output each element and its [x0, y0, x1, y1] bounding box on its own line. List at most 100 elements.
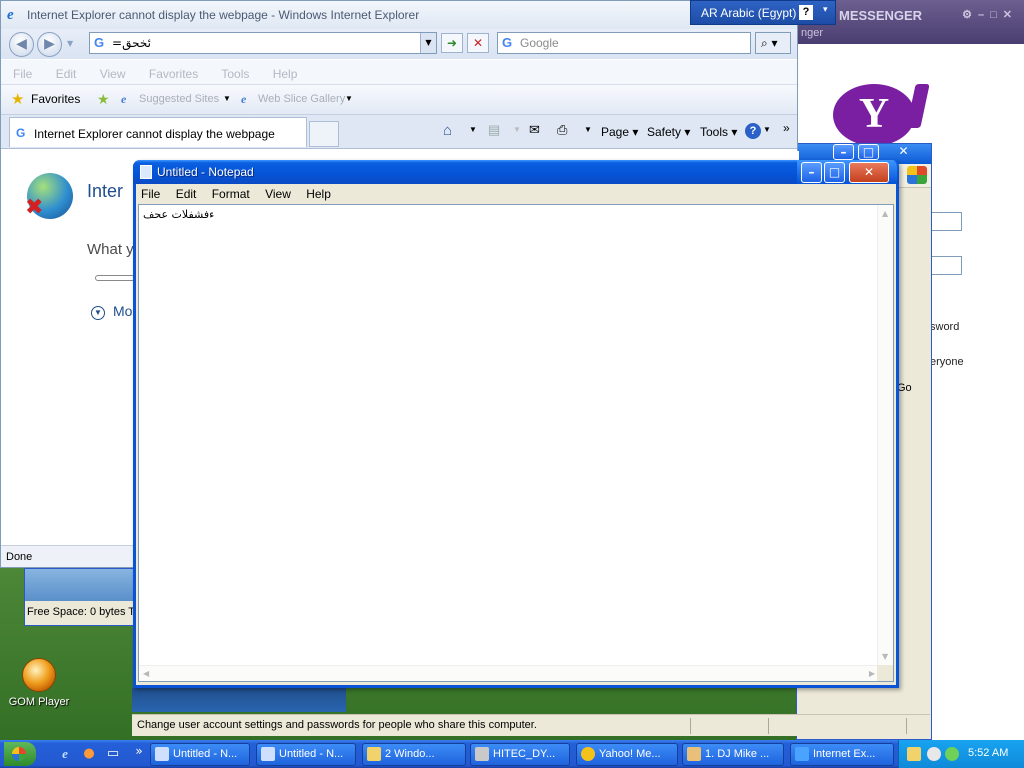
read-mail-icon[interactable]: ✉	[529, 122, 540, 138]
quicklaunch-ie-icon[interactable]: e	[56, 745, 74, 763]
page-menu[interactable]: Page ▾	[601, 125, 638, 139]
tray-network-icon[interactable]	[945, 747, 959, 761]
notepad-menu-edit[interactable]: Edit	[176, 187, 197, 201]
tools-menu[interactable]: Tools ▾	[700, 125, 737, 139]
control-panel-maximize-button[interactable]: □	[858, 144, 879, 160]
notepad-menu-file[interactable]: File	[141, 187, 160, 201]
menu-favorites[interactable]: Favorites	[149, 67, 198, 81]
web-slice-gallery-link[interactable]: Web Slice Gallery	[258, 93, 345, 105]
diagnose-button[interactable]	[95, 275, 135, 281]
resize-grip[interactable]	[877, 665, 893, 681]
gom-player-desktop-icon[interactable]: GOM Player	[6, 658, 72, 708]
suggested-sites-link[interactable]: Suggested Sites	[139, 93, 219, 105]
menu-edit[interactable]: Edit	[56, 67, 77, 81]
notepad-minimize-button[interactable]: –	[801, 162, 822, 183]
favorites-star-icon[interactable]: ★	[11, 90, 24, 108]
start-button[interactable]	[4, 742, 36, 766]
menu-file[interactable]: File	[13, 67, 32, 81]
recent-pages-dropdown-icon[interactable]: ▼	[67, 39, 73, 48]
new-tab-button[interactable]	[309, 121, 339, 147]
hitec-taskbar-icon	[475, 747, 489, 761]
back-button[interactable]: ◀	[9, 32, 34, 57]
menu-view[interactable]: View	[100, 67, 126, 81]
web-slice-dropdown-icon[interactable]: ▼	[345, 94, 353, 103]
messenger-password-text[interactable]: sword	[930, 321, 959, 333]
scroll-right-icon[interactable]: ▶	[869, 669, 875, 678]
search-box[interactable]: G Google	[497, 32, 751, 54]
messenger-everyone-text[interactable]: eryone	[930, 356, 964, 368]
ie-tab-row: G Internet Explorer cannot display the w…	[1, 115, 797, 149]
control-panel-close-button[interactable]: ✕	[893, 144, 914, 160]
language-bar[interactable]: AR Arabic (Egypt) ? ▾	[690, 0, 836, 25]
menu-help[interactable]: Help	[273, 67, 298, 81]
expand-chevron-icon: ▼	[91, 306, 105, 320]
notepad-text-area[interactable]: ءفشفلات عحف ▲ ▼ ◀ ▶	[138, 204, 894, 682]
quicklaunch-overflow-icon[interactable]: »	[130, 742, 148, 760]
go-arrow-icon[interactable]: ➜	[441, 33, 463, 53]
taskbar-item-notepad-2[interactable]: Untitled - N...	[256, 743, 356, 766]
favorites-button[interactable]: Favorites	[31, 92, 80, 106]
messenger-password-field[interactable]	[930, 256, 962, 275]
language-code: AR	[701, 6, 718, 20]
home-dropdown-icon[interactable]: ▼	[469, 125, 477, 134]
control-panel-status-text: Change user account settings and passwor…	[137, 719, 537, 731]
safety-menu[interactable]: Safety ▾	[647, 125, 690, 139]
stop-icon[interactable]: ✕	[467, 33, 489, 53]
forward-button[interactable]: ▶	[37, 32, 62, 57]
go-button[interactable]: Go	[897, 382, 912, 394]
help-icon[interactable]: ?	[745, 123, 761, 139]
media-taskbar-icon	[687, 747, 701, 761]
scroll-down-icon[interactable]: ▼	[882, 652, 888, 661]
home-icon[interactable]: ⌂	[443, 122, 452, 139]
notepad-menu-help[interactable]: Help	[306, 187, 331, 201]
help-dropdown-icon[interactable]: ▼	[763, 125, 771, 134]
menu-tools[interactable]: Tools	[221, 67, 249, 81]
address-dropdown-icon[interactable]: ▼	[420, 33, 436, 53]
language-name: Arabic (Egypt)	[720, 6, 797, 20]
messenger-id-field[interactable]	[930, 212, 962, 231]
scroll-up-icon[interactable]: ▲	[882, 209, 888, 218]
desktop-blue-strip	[132, 688, 346, 712]
more-commands-icon[interactable]: »	[783, 121, 790, 135]
notepad-title-bar[interactable]: Untitled - Notepad	[133, 160, 899, 184]
feeds-dropdown-icon[interactable]: ▼	[513, 125, 521, 134]
feeds-icon[interactable]: ▤	[488, 122, 500, 138]
tray-messenger-icon[interactable]	[927, 747, 941, 761]
vertical-scrollbar[interactable]: ▲ ▼	[877, 205, 893, 665]
notepad-close-button[interactable]: ✕	[849, 162, 889, 183]
error-what-text: What y	[87, 241, 134, 258]
taskbar-item-windows-group[interactable]: 2 Windo...	[362, 743, 466, 766]
notepad-menu-view[interactable]: View	[265, 187, 291, 201]
address-bar[interactable]: G =ئخحق ▼	[89, 32, 437, 54]
language-help-icon[interactable]: ?	[799, 5, 813, 20]
add-favorites-icon[interactable]: ★	[97, 91, 110, 108]
ie-active-tab[interactable]: G Internet Explorer cannot display the w…	[9, 117, 307, 147]
print-icon[interactable]: ⎙	[557, 122, 567, 138]
taskbar-item-yahoo-messenger[interactable]: Yahoo! Me...	[576, 743, 678, 766]
quicklaunch-show-desktop-icon[interactable]: ▭	[104, 745, 122, 763]
language-options-icon[interactable]: ▾	[823, 4, 828, 15]
more-information-link[interactable]: ▼ Mo	[91, 303, 132, 320]
horizontal-scrollbar[interactable]: ◀ ▶	[139, 665, 879, 681]
ie-icon: e	[7, 7, 14, 23]
notepad-maximize-button[interactable]: □	[824, 162, 845, 183]
error-x-icon: ✖	[25, 195, 44, 220]
tray-media-icon[interactable]	[907, 747, 921, 761]
control-panel-status-bar: Change user account settings and passwor…	[132, 714, 930, 736]
messenger-subtitle: nger	[801, 27, 824, 39]
control-panel-minimize-button[interactable]: –	[833, 144, 854, 160]
search-icon[interactable]: ⌕ ▾	[755, 32, 791, 54]
suggested-sites-dropdown-icon[interactable]: ▼	[223, 94, 231, 103]
quicklaunch-firefox-icon[interactable]: ●	[80, 745, 98, 763]
print-dropdown-icon[interactable]: ▼	[584, 125, 592, 134]
messenger-title: MESSENGER	[839, 8, 923, 23]
taskbar-item-notepad-1[interactable]: Untitled - N...	[150, 743, 250, 766]
messenger-window-controls[interactable]: ⚙–□✕	[962, 8, 1018, 21]
scroll-left-icon[interactable]: ◀	[143, 669, 149, 678]
clock[interactable]: 5:52 AM	[968, 747, 1008, 759]
taskbar-item-internet-explorer[interactable]: Internet Ex...	[790, 743, 894, 766]
taskbar-item-dj-mike[interactable]: 1. DJ Mike ...	[682, 743, 784, 766]
notepad-menu-format[interactable]: Format	[212, 187, 250, 201]
suggested-sites-icon: e	[121, 92, 127, 106]
taskbar-item-hitec[interactable]: HITEC_DY...	[470, 743, 570, 766]
